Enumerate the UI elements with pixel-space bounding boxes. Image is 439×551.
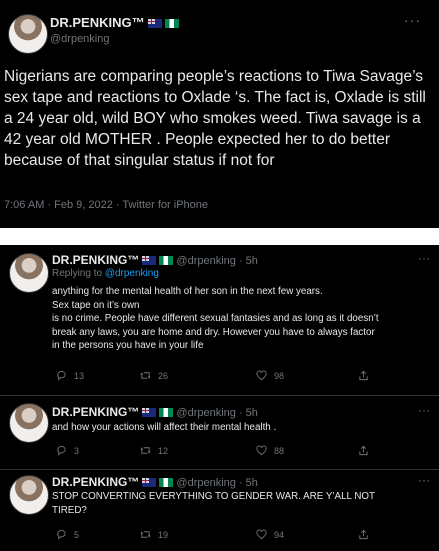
replying-to-link[interactable]: @drpenking [105, 268, 159, 279]
retweet-count: 12 [158, 445, 169, 456]
retweet-button[interactable]: 26 [140, 370, 168, 381]
author-handle[interactable]: @drpenking [176, 477, 235, 489]
nigeria-flag-icon [164, 19, 179, 28]
tweet-header: DR.PENKING™ @drpenking · 5h [52, 253, 258, 267]
like-icon [256, 445, 267, 456]
author-display-name[interactable]: DR.PENKING™ [52, 405, 139, 419]
like-count: 88 [274, 445, 285, 456]
divider [0, 469, 439, 470]
reply-button[interactable]: 3 [56, 445, 79, 456]
tweet-header: DR.PENKING™ @drpenking · 5h [52, 405, 258, 419]
share-button[interactable] [358, 370, 369, 381]
text-line: STOP CONVERTING EVERYTHING TO GENDER WAR… [52, 491, 376, 502]
like-count: 94 [274, 529, 285, 540]
reply-tweet[interactable]: DR.PENKING™ @drpenking · 5h ··· Replying… [0, 245, 439, 391]
author-display-name[interactable]: DR.PENKING™ [50, 15, 145, 30]
tweet-text: anything for the mental health of her so… [52, 285, 432, 353]
nigeria-flag-icon [159, 478, 174, 487]
replying-to: Replying to @drpenking [52, 268, 159, 279]
reply-button[interactable]: 5 [56, 529, 79, 540]
text-line: anything for the mental health of her so… [52, 286, 323, 297]
like-button[interactable]: 94 [256, 529, 284, 540]
share-icon [359, 445, 368, 456]
reply-count: 3 [74, 445, 80, 456]
retweet-icon [140, 447, 151, 454]
tweet-header: DR.PENKING™ @drpenking · 5h [52, 475, 258, 489]
share-icon [359, 529, 368, 540]
more-icon[interactable]: ··· [418, 251, 430, 265]
tweet-text: Nigerians are comparing people’s reactio… [4, 68, 426, 169]
author-name[interactable]: DR.PENKING™ [50, 15, 179, 30]
reply-count: 13 [74, 370, 85, 381]
author-display-name[interactable]: DR.PENKING™ [52, 253, 139, 267]
action-bar: 5 19 94 [52, 529, 382, 543]
reply-tweet[interactable]: DR.PENKING™ @drpenking · 5h ··· STOP CON… [0, 471, 439, 551]
share-icon [359, 370, 368, 381]
avatar[interactable] [9, 403, 49, 443]
tweet-text: and how your actions will affect their m… [52, 421, 432, 435]
author-handle[interactable]: @drpenking [50, 33, 109, 45]
reply-count: 5 [74, 529, 80, 540]
reply-thread: DR.PENKING™ @drpenking · 5h ··· Replying… [0, 245, 439, 551]
australia-flag-icon [142, 256, 157, 265]
reply-icon [57, 445, 66, 456]
retweet-count: 19 [158, 529, 169, 540]
retweet-button[interactable]: 19 [140, 529, 168, 540]
tweet-time[interactable]: · 5h [239, 255, 258, 267]
reply-icon [57, 529, 66, 540]
like-icon [256, 370, 267, 381]
nigeria-flag-icon [159, 408, 174, 417]
text-line: TIRED? [52, 504, 87, 516]
text-line: Sex tape on it’s own [52, 299, 140, 311]
text-line: in the persons you have in your life [52, 340, 204, 352]
action-bar: 3 12 88 [52, 445, 382, 459]
author-handle[interactable]: @drpenking [176, 407, 235, 419]
text-line: is no crime. People have different sexua… [52, 313, 379, 325]
share-button[interactable] [358, 529, 369, 540]
replying-to-label: Replying to [52, 268, 103, 279]
author-handle[interactable]: @drpenking [176, 255, 235, 267]
retweet-icon [140, 531, 151, 538]
avatar[interactable] [8, 14, 48, 54]
reply-tweet[interactable]: DR.PENKING™ @drpenking · 5h ··· and how … [0, 397, 439, 467]
retweet-button[interactable]: 12 [140, 445, 168, 456]
reply-icon [57, 370, 66, 381]
share-button[interactable] [358, 445, 369, 456]
australia-flag-icon [142, 408, 157, 417]
australia-flag-icon [147, 19, 162, 28]
like-icon [256, 529, 267, 540]
tweet-text: STOP CONVERTING EVERYTHING TO GENDER WAR… [52, 490, 432, 517]
australia-flag-icon [142, 478, 157, 487]
main-tweet-card: DR.PENKING™ @drpenking ··· Nigerians are… [0, 0, 439, 228]
nigeria-flag-icon [159, 256, 174, 265]
retweet-count: 26 [158, 370, 169, 381]
more-icon[interactable]: ··· [404, 12, 421, 28]
like-button[interactable]: 98 [256, 370, 284, 381]
more-icon[interactable]: ··· [418, 403, 430, 417]
text-line: break any laws, you are home and dry. Ho… [52, 326, 375, 338]
action-bar: 13 26 98 [52, 370, 382, 384]
avatar[interactable] [9, 475, 49, 515]
retweet-icon [140, 372, 151, 379]
avatar[interactable] [9, 253, 49, 293]
author-display-name[interactable]: DR.PENKING™ [52, 475, 139, 489]
like-count: 98 [274, 370, 285, 381]
text-line: and how your actions will affect their m… [52, 422, 277, 433]
tweet-timestamp[interactable]: 7:06 AM · Feb 9, 2022 · Twitter for iPho… [4, 199, 208, 211]
tweet-time[interactable]: · 5h [239, 407, 258, 419]
divider [0, 395, 439, 396]
like-button[interactable]: 88 [256, 445, 284, 456]
more-icon[interactable]: ··· [418, 473, 430, 487]
tweet-time[interactable]: · 5h [239, 477, 258, 489]
reply-button[interactable]: 13 [56, 370, 84, 381]
